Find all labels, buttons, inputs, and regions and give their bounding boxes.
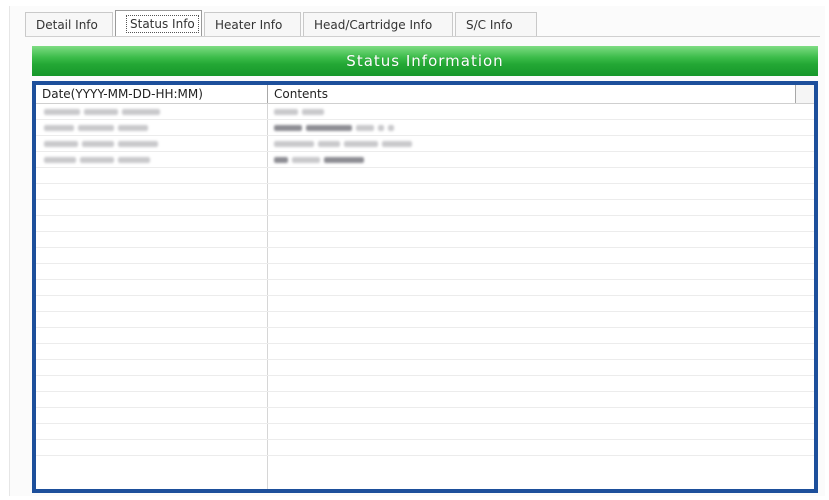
table-row[interactable]	[36, 280, 814, 296]
column-header-contents[interactable]: Contents	[268, 85, 796, 103]
redacted-date	[36, 124, 268, 131]
tab-status-info[interactable]: Status Info	[115, 10, 202, 37]
redacted-contents	[268, 124, 394, 131]
table-row[interactable]	[36, 440, 814, 456]
table-row[interactable]	[36, 168, 814, 184]
status-table[interactable]: Date(YYYY-MM-DD-HH:MM) Contents	[32, 81, 818, 493]
redacted-contents	[268, 108, 324, 115]
tab-heater-info[interactable]: Heater Info	[204, 12, 301, 37]
table-row[interactable]	[36, 360, 814, 376]
table-row[interactable]	[36, 312, 814, 328]
table-row[interactable]	[36, 296, 814, 312]
redacted-date	[36, 108, 268, 115]
table-row[interactable]	[36, 392, 814, 408]
redacted-date	[36, 140, 268, 147]
redacted-contents	[268, 140, 412, 147]
table-row[interactable]	[36, 344, 814, 360]
table-row[interactable]	[36, 136, 814, 152]
table-row[interactable]	[36, 200, 814, 216]
table-row[interactable]	[36, 120, 814, 136]
tab-head-cartridge-info[interactable]: Head/Cartridge Info	[303, 12, 453, 37]
table-body	[36, 104, 814, 456]
table-row[interactable]	[36, 152, 814, 168]
table-row[interactable]	[36, 104, 814, 120]
redacted-contents	[268, 156, 364, 163]
column-header-filler	[796, 85, 814, 103]
table-row[interactable]	[36, 264, 814, 280]
table-row[interactable]	[36, 408, 814, 424]
status-banner: Status Information	[32, 46, 818, 76]
tab-baseline	[25, 36, 820, 37]
table-row[interactable]	[36, 232, 814, 248]
tab-detail-info[interactable]: Detail Info	[25, 12, 113, 37]
table-header: Date(YYYY-MM-DD-HH:MM) Contents	[36, 85, 814, 104]
table-row[interactable]	[36, 328, 814, 344]
table-row[interactable]	[36, 184, 814, 200]
table-row[interactable]	[36, 248, 814, 264]
table-row[interactable]	[36, 424, 814, 440]
banner-title: Status Information	[346, 52, 504, 70]
table-row[interactable]	[36, 376, 814, 392]
column-header-date[interactable]: Date(YYYY-MM-DD-HH:MM)	[36, 85, 268, 103]
table-row[interactable]	[36, 216, 814, 232]
tab-sc-info[interactable]: S/C Info	[455, 12, 537, 37]
tab-bar: Detail Info Status Info Heater Info Head…	[25, 10, 539, 37]
redacted-date	[36, 156, 268, 163]
